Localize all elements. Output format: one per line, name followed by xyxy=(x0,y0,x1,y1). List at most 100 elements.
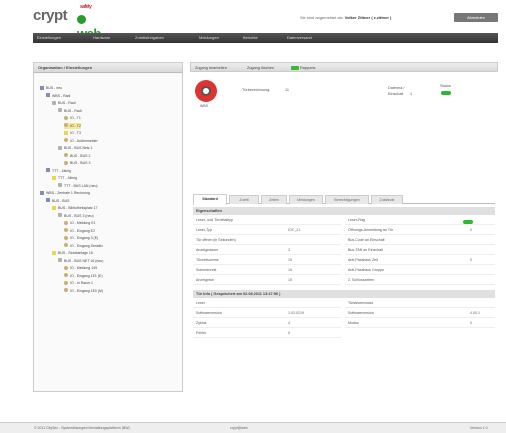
tree-node-label: BUS - BUS 3 xyxy=(70,161,91,165)
lock-icon xyxy=(58,145,62,150)
property-key: Bus-Code an Einschalt xyxy=(348,238,385,242)
delete-access-button[interactable]: Zugang löschen xyxy=(247,65,274,71)
door-icon xyxy=(64,243,68,247)
nav-item-hardware[interactable]: Hardware xyxy=(93,33,110,43)
tree-node-label: BUS - Strahlanlage 16 xyxy=(58,251,93,255)
tree-node[interactable]: IO - Eingang 1E0 (M) xyxy=(64,288,103,294)
detail-panel: Zugang bearbeiten Zugang löschen Rapport… xyxy=(190,62,498,392)
property-row: Anti-Passback Zeit 0 xyxy=(345,256,495,265)
tab-zutritt[interactable]: Zutritt xyxy=(229,195,259,204)
tree-node[interactable]: IO - In Raum 1 xyxy=(64,280,93,286)
property-key: Anti-Passback Zeit xyxy=(348,258,378,262)
door-icon xyxy=(64,265,68,270)
door-icon xyxy=(64,288,68,292)
data-value: 1 xyxy=(410,92,413,96)
tree-node[interactable]: BUS - BUS Netz 1 xyxy=(58,145,93,151)
tree-node[interactable]: BUS - Bibliotheksplatz 17 xyxy=(52,205,98,211)
door-icon xyxy=(64,153,68,157)
login-info: Sie sind angemeldet als: Volker Zittner … xyxy=(300,15,392,20)
tree-node[interactable]: BUS - Radl xyxy=(52,100,76,106)
property-key: Summenrest xyxy=(196,268,217,272)
tree-node[interactable]: BUS - BUS 2 xyxy=(64,153,90,159)
property-row: Bus-TAN an Einschalt xyxy=(345,246,495,255)
door-icon xyxy=(64,235,68,240)
door-icon xyxy=(64,115,68,120)
tree-node[interactable]: IO - Eingang 3 (E) xyxy=(64,235,98,241)
door-icon xyxy=(64,273,68,277)
nav-item-einstellungen[interactable]: Einstellungen xyxy=(37,33,61,43)
lock-icon xyxy=(58,108,62,112)
tree-node[interactable]: IO - Meldung E1 xyxy=(64,220,95,226)
reports-button[interactable]: Rapports xyxy=(291,65,315,71)
tree-node[interactable]: TTT - Jährig xyxy=(52,175,77,181)
tree-node[interactable]: BUS - BUS 3 (neu) xyxy=(58,213,94,219)
tree-node[interactable]: IO - T3 xyxy=(64,130,81,136)
tree-node[interactable]: TTT - Jährig xyxy=(46,168,71,174)
tab-berechtigungen[interactable]: Berechtigungen xyxy=(325,195,369,204)
property-value: IOC_21 xyxy=(288,228,301,232)
tree-node[interactable]: BUS - Radl xyxy=(58,108,82,114)
property-key: Leser-Typ xyxy=(196,228,212,232)
tree-node[interactable]: TTT - BUS LAN (neu) xyxy=(58,183,98,189)
property-row: 2. Schlosszeiten xyxy=(345,276,495,285)
nav-item-berichte[interactable]: Berichte xyxy=(243,33,258,43)
panel-title: Organisation / Einstellungen xyxy=(34,63,182,73)
property-value: 1:03.0219 xyxy=(288,311,304,315)
reports-icon xyxy=(291,65,299,70)
property-key: Tür öffnen (in Sekunden) xyxy=(196,238,236,242)
tree-node[interactable]: WBS - Zentrale 1 Rechnung xyxy=(40,190,90,196)
tree-node[interactable]: BUS - Strahlanlage 16 xyxy=(52,250,93,256)
tree-node[interactable]: BUS - BUS xyxy=(46,198,70,204)
properties-grid: Eigenschaften Leser- und Türdetailtyp Les… xyxy=(193,207,495,287)
nav-item-zutritt[interactable]: Zutrittsfreigaben xyxy=(135,33,164,43)
tree-node[interactable]: IO - Eingang 1E1 (E) xyxy=(64,273,103,279)
tab-zustaende[interactable]: Zustände xyxy=(371,195,403,204)
lock-icon xyxy=(58,258,62,262)
tree-node-label: BUS - BUS 2 xyxy=(70,153,91,158)
property-row: Summenrest 15 xyxy=(193,266,341,275)
tree-node-label: IO - Eingang Sensitiv xyxy=(70,243,103,248)
tree-node[interactable]: BUS - BUS 3 xyxy=(64,160,90,166)
bus-icon xyxy=(46,168,50,172)
tree-node[interactable]: WBS - Radl xyxy=(46,93,70,99)
property-key: Softwareversion xyxy=(196,311,222,315)
tab-zeiten[interactable]: Zeiten xyxy=(261,195,287,204)
property-row: Zyklus 4 xyxy=(193,319,341,328)
folder-icon xyxy=(52,175,56,180)
version-text: Version 1.0 xyxy=(470,426,488,430)
property-row: Anti-Passback Gruppe xyxy=(345,266,495,275)
property-row: Leser- und Türdetailtyp xyxy=(193,216,341,225)
edit-access-button[interactable]: Zugang bearbeiten xyxy=(195,65,227,71)
door-icon xyxy=(64,160,68,165)
tree-node-label: TTT - BUS LAN (neu) xyxy=(64,183,98,188)
door-icon xyxy=(64,138,68,142)
property-value: 15 xyxy=(288,258,292,262)
tree-node[interactable]: BUS - neu xyxy=(40,85,62,91)
tree-node-label: WBS - Radl xyxy=(52,93,71,98)
tab-standard[interactable]: Standard xyxy=(193,194,227,205)
door-name-label: Türbezeichnung: xyxy=(242,88,271,92)
tree-node-label: IO - T3 xyxy=(70,131,81,135)
logout-button[interactable]: Abmelden xyxy=(454,13,498,22)
leser-flag-toggle[interactable] xyxy=(463,220,473,224)
tree-node[interactable]: IO - Außenmelder xyxy=(64,138,98,144)
property-value: 0 xyxy=(470,228,472,232)
login-user: Volker Zittner ( z.zittner ) xyxy=(344,15,392,20)
nav-item-meldungen[interactable]: Meldungen xyxy=(199,33,219,43)
tree-node[interactable]: BUS - BUS NET 16 (neu) xyxy=(58,258,103,264)
property-row: Leser xyxy=(193,299,341,308)
property-row: Türsteuermodul xyxy=(345,299,495,308)
property-value: 0 xyxy=(288,331,290,335)
property-value: 0 xyxy=(470,321,472,325)
tree-node[interactable]: IO - T2 xyxy=(64,122,81,129)
tree-node[interactable]: IO - Meldung 149 xyxy=(64,265,97,271)
tab-meldungen[interactable]: Meldungen xyxy=(289,195,323,204)
nav-item-datenversand[interactable]: Datenversand xyxy=(287,33,312,43)
property-key: Türzeitsumme xyxy=(196,258,219,262)
tree-node[interactable]: IO - T1 xyxy=(64,115,81,121)
property-key: Türsteuermodul xyxy=(348,301,374,305)
tree-node[interactable]: IO - Eingang Sensitiv xyxy=(64,243,103,249)
detail-toolbar: Zugang bearbeiten Zugang löschen Rapport… xyxy=(190,62,498,72)
tree-node-label: IO - Meldung E1 xyxy=(70,221,96,225)
tree-node[interactable]: IO - Eingang E2 xyxy=(64,228,95,234)
